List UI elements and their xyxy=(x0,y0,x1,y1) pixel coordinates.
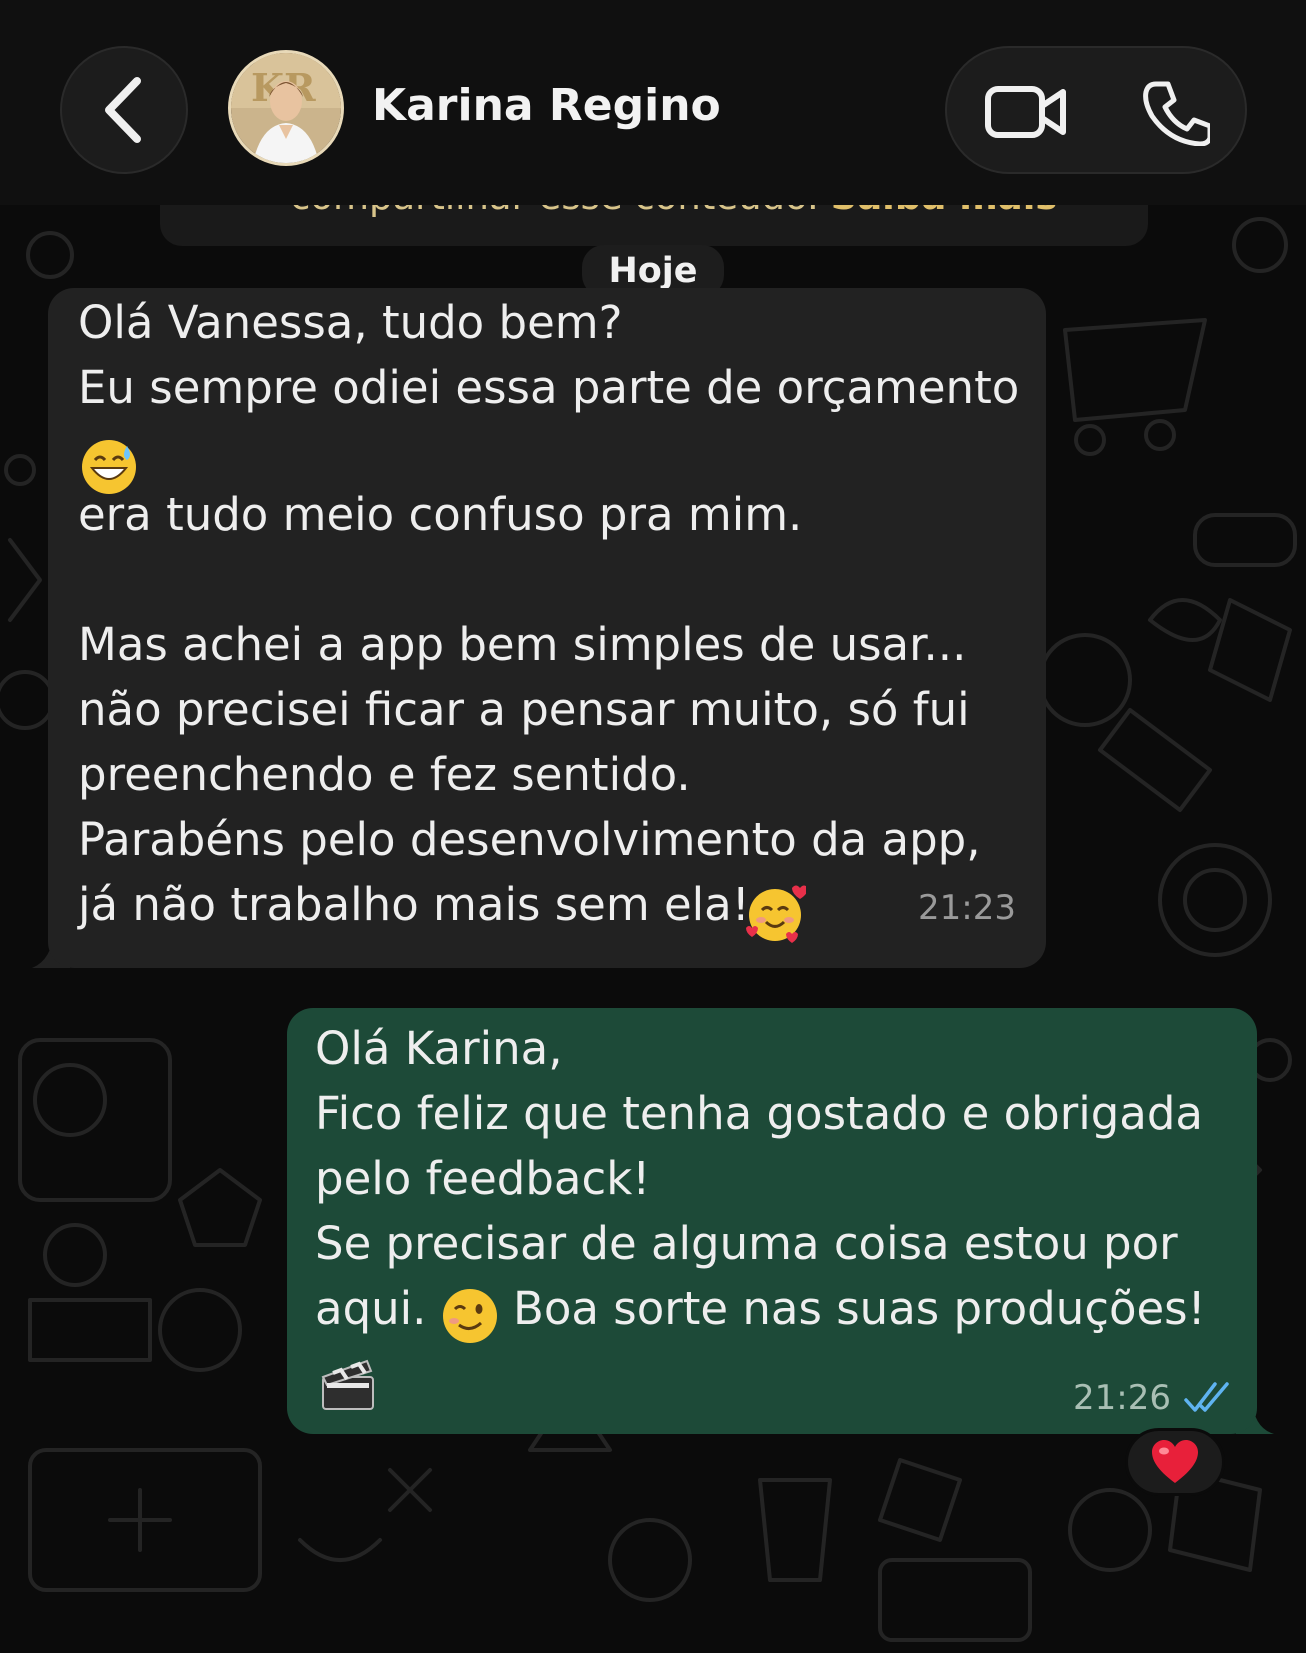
message-line: preenchendo e fez sentido. xyxy=(78,748,691,801)
incoming-message[interactable]: Olá Vanessa, tudo bem? Eu sempre odiei e… xyxy=(48,288,1046,968)
winking-face-emoji xyxy=(443,1289,497,1343)
red-heart-emoji xyxy=(1152,1440,1198,1483)
message-line: Parabéns pelo desenvolvimento da app, xyxy=(78,813,981,866)
message-reaction[interactable] xyxy=(1125,1428,1225,1496)
message-line: Fico feliz que tenha gostado e obrigada xyxy=(315,1087,1204,1140)
avatar-photo: KR xyxy=(231,53,341,163)
avatar[interactable]: KR xyxy=(228,50,344,166)
outgoing-message[interactable]: Olá Karina, Fico feliz que tenha gostado… xyxy=(287,1008,1257,1434)
message-line: já não trabalho mais sem ela! xyxy=(78,878,750,931)
message-line: pelo feedback! xyxy=(315,1152,651,1205)
chat-header: KR Karina Regino xyxy=(0,0,1306,205)
phone-icon[interactable] xyxy=(1142,78,1210,146)
message-line: aqui. xyxy=(315,1282,427,1335)
double-check-read-icon xyxy=(1184,1382,1229,1412)
clapper-board-emoji xyxy=(321,1359,374,1410)
message-line: era tudo meio confuso pra mim. xyxy=(78,488,803,541)
contact-name[interactable]: Karina Regino xyxy=(372,80,721,131)
chevron-left-icon xyxy=(105,77,141,143)
message-line: Mas achei a app bem simples de usar... xyxy=(78,618,967,671)
message-line: não precisei ficar a pensar muito, só fu… xyxy=(78,683,970,736)
message-timestamp: 21:26 xyxy=(1073,1378,1171,1418)
message-line: Olá Vanessa, tudo bem? xyxy=(78,296,623,349)
smiling-hearts-emoji xyxy=(746,885,806,943)
message-line: Boa sorte nas suas produções! xyxy=(513,1282,1206,1335)
back-button[interactable] xyxy=(60,46,188,174)
message-line: Se precisar de alguma coisa estou por xyxy=(315,1217,1178,1270)
message-timestamp: 21:23 xyxy=(918,888,1016,928)
message-line: Eu sempre odiei essa parte de orçamento xyxy=(78,361,1020,414)
call-actions xyxy=(945,46,1247,174)
message-line: Olá Karina, xyxy=(315,1022,563,1075)
video-call-icon[interactable] xyxy=(985,84,1067,140)
